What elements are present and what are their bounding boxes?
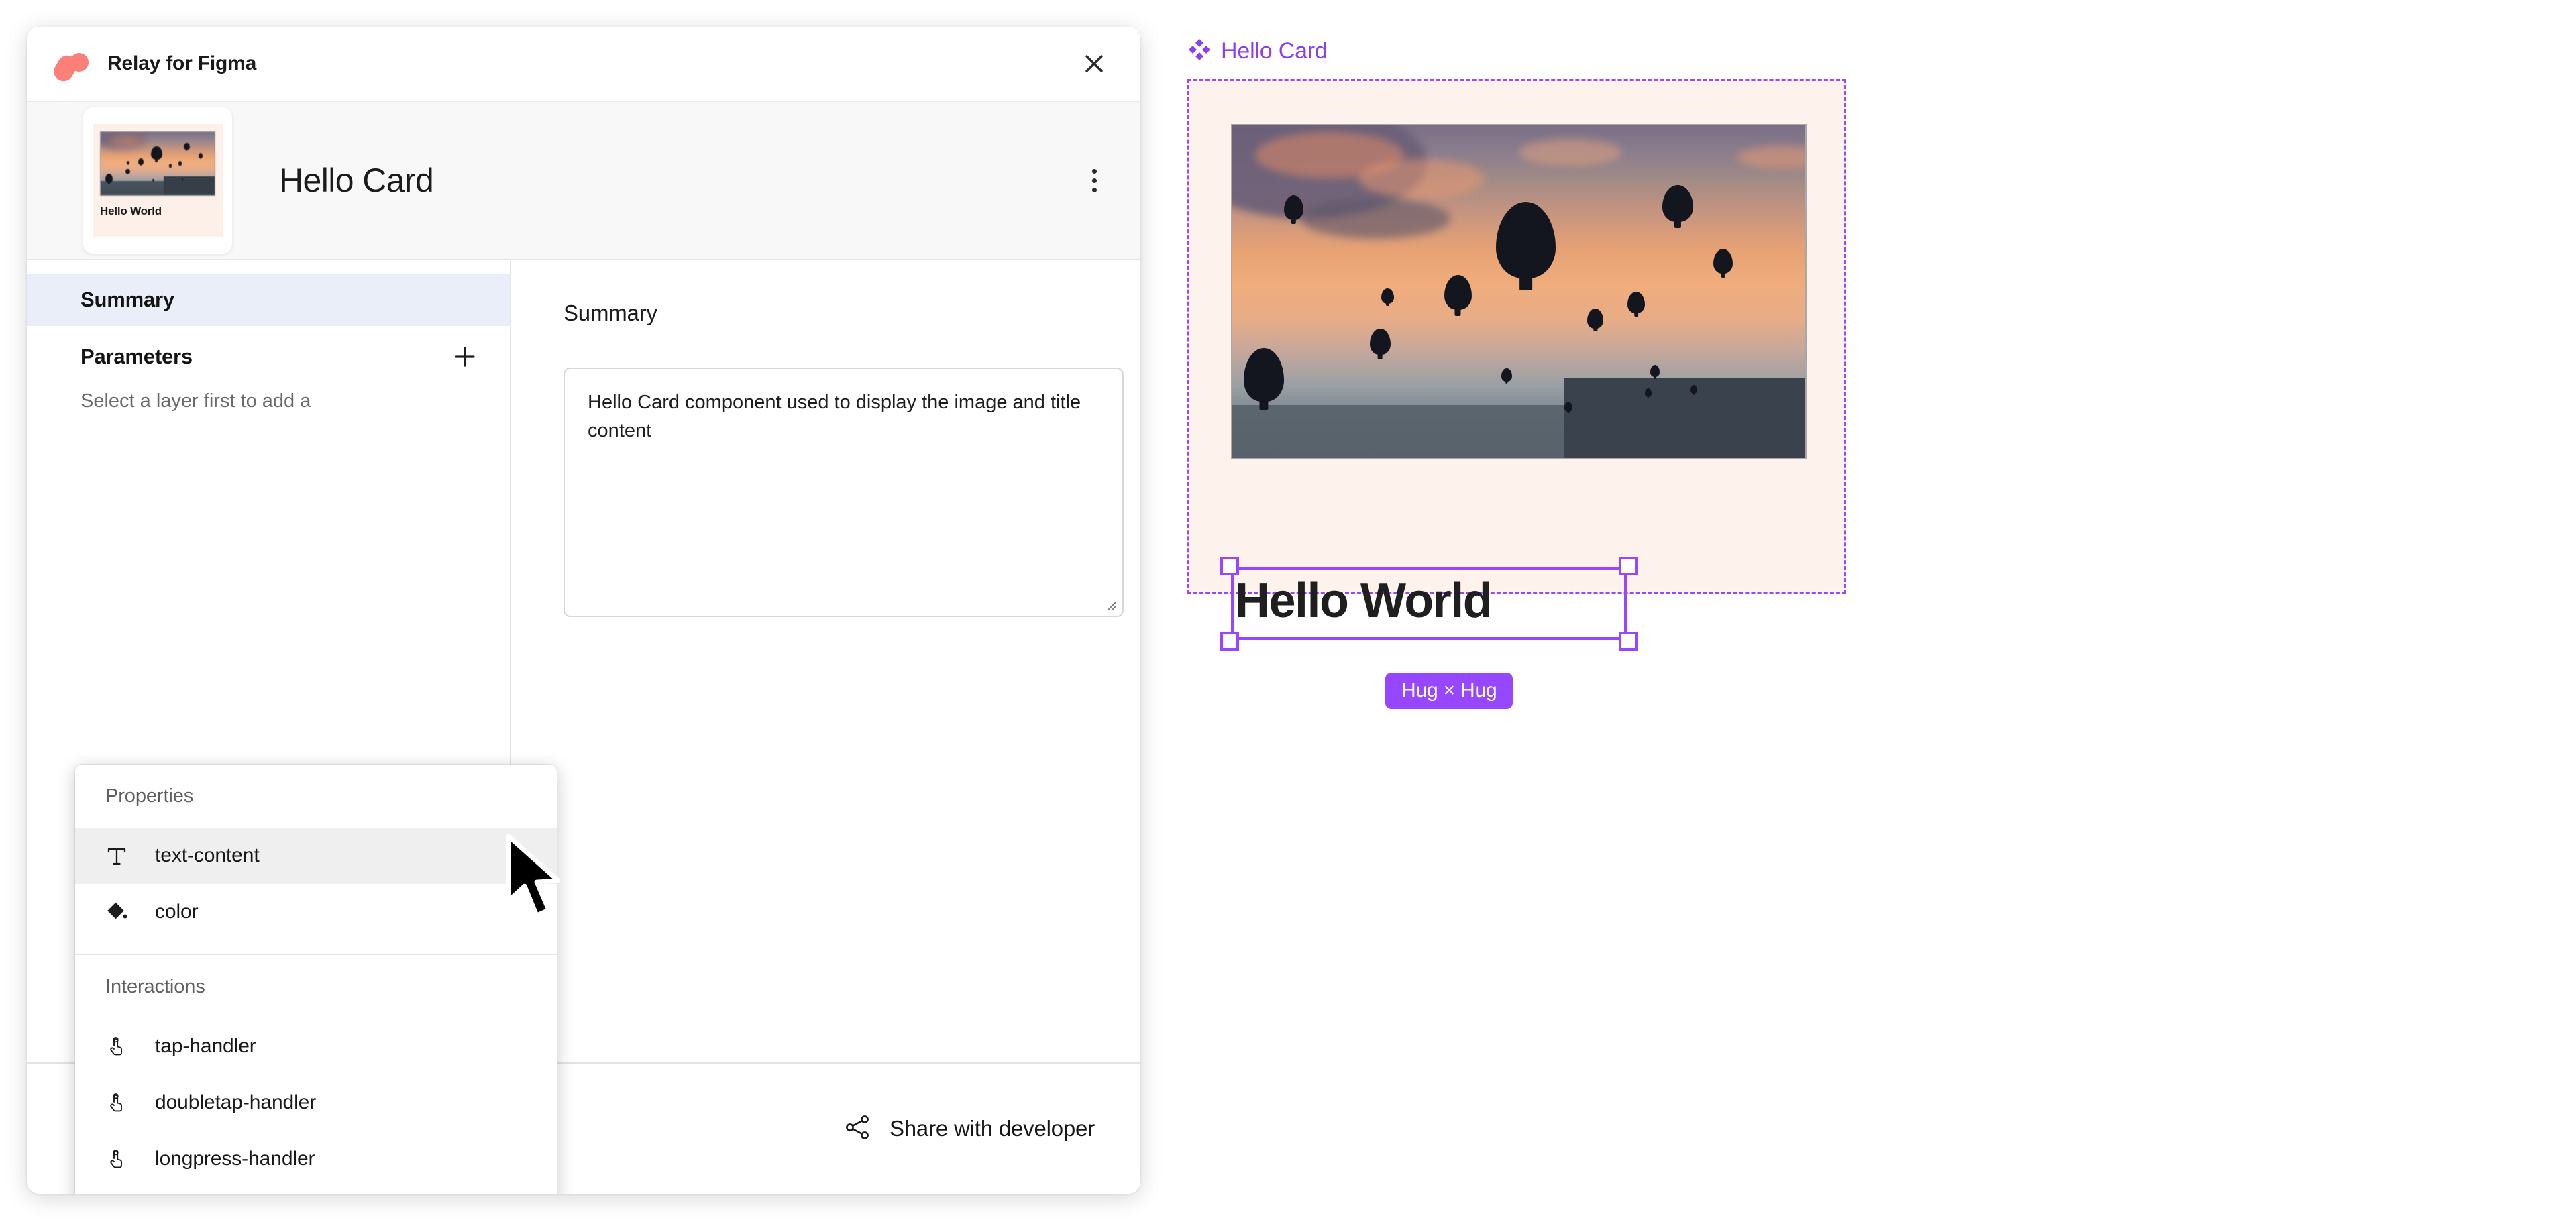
dropdown-item-label: doubletap-handler [155,1091,317,1113]
component-thumbnail[interactable]: Hello World [83,107,232,254]
hello-card-frame[interactable]: Hello World Hug × Hug [1187,79,1846,709]
dropdown-item-longpress-handler[interactable]: longpress-handler [75,1131,557,1187]
sidebar-section-parameters: Parameters [27,326,510,388]
relay-plugin-window: Relay for Figma Hello World Hello Card S… [27,27,1140,1194]
sidebar-item-label: Summary [80,288,174,311]
text-layer-selection[interactable]: Hello World [1220,557,1638,651]
dropdown-item-color[interactable]: color [75,884,557,940]
thumbnail-title: Hello World [100,205,162,217]
page-title: Hello Card [279,162,434,199]
sidebar-section-label: Parameters [80,345,193,368]
dropdown-item-label: text-content [155,844,260,867]
text-type-icon [105,844,140,867]
dropdown-group-label-interactions: Interactions [105,975,205,997]
tap-pointer-icon [105,1035,140,1058]
relay-logo-icon [50,46,90,85]
figma-canvas: Hello Card Hello World Hug × Hug [1187,32,1865,709]
dropdown-item-tap-handler[interactable]: tap-handler [75,1018,557,1074]
main-heading: Summary [564,300,657,325]
parameter-type-dropdown[interactable]: Properties text-content color Interactio… [75,765,557,1194]
sidebar-empty-hint: Select a layer first to add a [80,390,311,412]
resize-handle-top-left[interactable] [1220,557,1239,575]
tap-pointer-icon [105,1148,140,1170]
tap-pointer-icon [105,1091,140,1114]
plugin-titlebar: Relay for Figma [27,27,1140,102]
thumbnail-image [100,131,215,196]
paint-bucket-icon [105,901,140,924]
share-with-developer-button[interactable]: Share with developer [837,1105,1100,1154]
component-diamond-icon [1187,38,1212,65]
close-icon[interactable] [1073,43,1115,85]
figma-frame-label[interactable]: Hello Card [1187,32,1865,70]
summary-input[interactable] [564,368,1124,617]
plugin-body: Summary Parameters Select a layer first … [27,260,1140,1194]
more-vertical-icon[interactable] [1073,160,1115,201]
sidebar-item-summary[interactable]: Summary [27,274,510,326]
dropdown-item-label: color [155,901,199,923]
plugin-main-panel: Summary [511,260,1140,1062]
component-header: Hello World Hello Card [27,102,1140,260]
size-badge: Hug × Hug [1385,673,1513,709]
dropdown-group-label-properties: Properties [105,785,194,807]
card-title-text: Hello World [1235,574,1493,628]
plugin-title: Relay for Figma [107,52,257,74]
resize-handle-bottom-right[interactable] [1619,632,1638,651]
summary-field-wrapper [564,368,1124,617]
figma-frame-label-text: Hello Card [1221,38,1328,64]
dropdown-item-label: tap-handler [155,1035,256,1057]
dropdown-item-text-content[interactable]: text-content [75,828,557,884]
resize-handle-top-right[interactable] [1619,557,1638,575]
plus-icon[interactable] [447,339,483,375]
card-hero-image[interactable] [1231,124,1807,459]
dropdown-item-label: longpress-handler [155,1148,315,1170]
dropdown-item-doubletap-handler[interactable]: doubletap-handler [75,1074,557,1131]
share-icon [843,1113,872,1146]
resize-handle-bottom-left[interactable] [1220,632,1239,651]
share-with-developer-label: Share with developer [889,1116,1095,1141]
